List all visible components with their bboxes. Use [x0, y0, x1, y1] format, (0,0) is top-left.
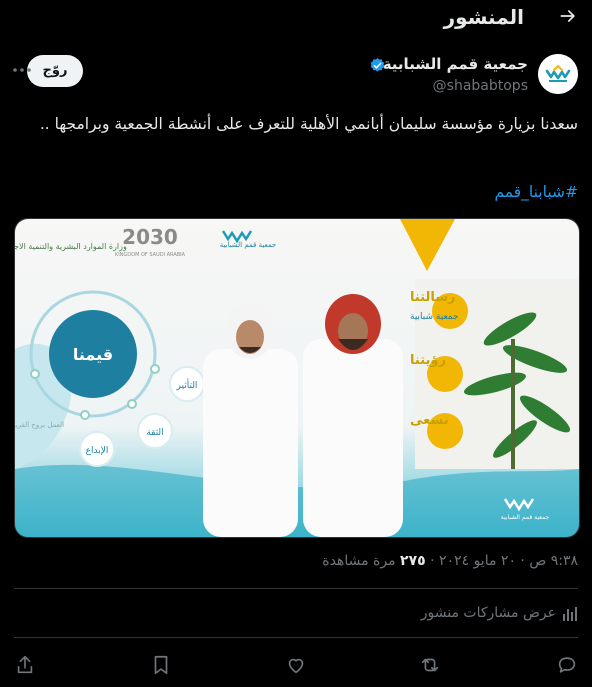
avatar[interactable] [538, 54, 578, 94]
bottom-logo-label: جمعية قمم الشبابية [501, 514, 550, 521]
ministry-label: وزارة الموارد البشرية والتنمية الاجتماعي… [15, 242, 127, 251]
engagements-label: عرض مشاركات منشور [420, 605, 556, 621]
bookmark-icon[interactable] [150, 654, 172, 676]
hashtag-link[interactable]: #شبابنا_قمم [494, 183, 578, 201]
post-date[interactable]: ٢٠ مايو ٢٠٢٤ [439, 553, 516, 569]
vision-year: 2030 [122, 225, 178, 249]
action-bar [0, 650, 592, 682]
kingdom-label: KINGDOM OF SAUDI ARABIA [115, 252, 186, 258]
tweet-text: سعدنا بزيارة مؤسسة سليمان أبانمي الأهلية… [39, 115, 578, 133]
views-count: ٢٧٥ [400, 553, 426, 569]
panel-mission-heading: رسالتنا [410, 290, 456, 305]
reply-icon[interactable] [556, 654, 578, 676]
analytics-icon [563, 607, 577, 621]
org-name-label: جمعية قمم الشبابية [220, 241, 277, 249]
panel-goals-heading: نسعى [410, 413, 449, 428]
value-trust: الثقة [146, 428, 163, 438]
value-creativity: الإبداع [86, 446, 109, 456]
author-handle[interactable]: @shababtops [433, 78, 528, 94]
view-engagements-link[interactable]: عرض مشاركات منشور [421, 605, 578, 621]
like-icon[interactable] [285, 654, 307, 676]
org-logo-icon [538, 54, 578, 94]
event-photo: وزارة الموارد البشرية والتنمية الاجتماعي… [15, 219, 579, 537]
post-time[interactable]: ٩:٣٨ ص [529, 553, 578, 569]
author-name[interactable]: جمعية قمم الشبابية [383, 55, 528, 73]
value-teamwork: العمل بروح الفريق [15, 421, 64, 429]
verified-badge-icon [370, 58, 385, 72]
header-bar: المنشور [0, 0, 592, 36]
share-icon[interactable] [14, 654, 36, 676]
tweet-image[interactable]: وزارة الموارد البشرية والتنمية الاجتماعي… [14, 218, 580, 538]
back-arrow-icon[interactable] [558, 6, 578, 26]
divider [14, 637, 578, 638]
divider [14, 588, 578, 589]
values-title: قيمنا [73, 345, 113, 364]
follow-button[interactable]: روّج [27, 55, 83, 87]
post-meta: ٩:٣٨ ص · ٢٠ مايو ٢٠٢٤ · ٢٧٥ مرة مشاهدة [322, 553, 578, 569]
panel-vision-heading: رؤيتنا [410, 353, 446, 368]
page-title: المنشور [443, 5, 524, 29]
panel-mission-text: جمعية شبابية [410, 312, 459, 322]
repost-icon[interactable] [419, 654, 441, 676]
views-label: مرة مشاهدة [322, 553, 396, 569]
more-options-icon[interactable] [12, 62, 32, 78]
author-row: جمعية قمم الشبابية @shababtops [14, 54, 578, 100]
